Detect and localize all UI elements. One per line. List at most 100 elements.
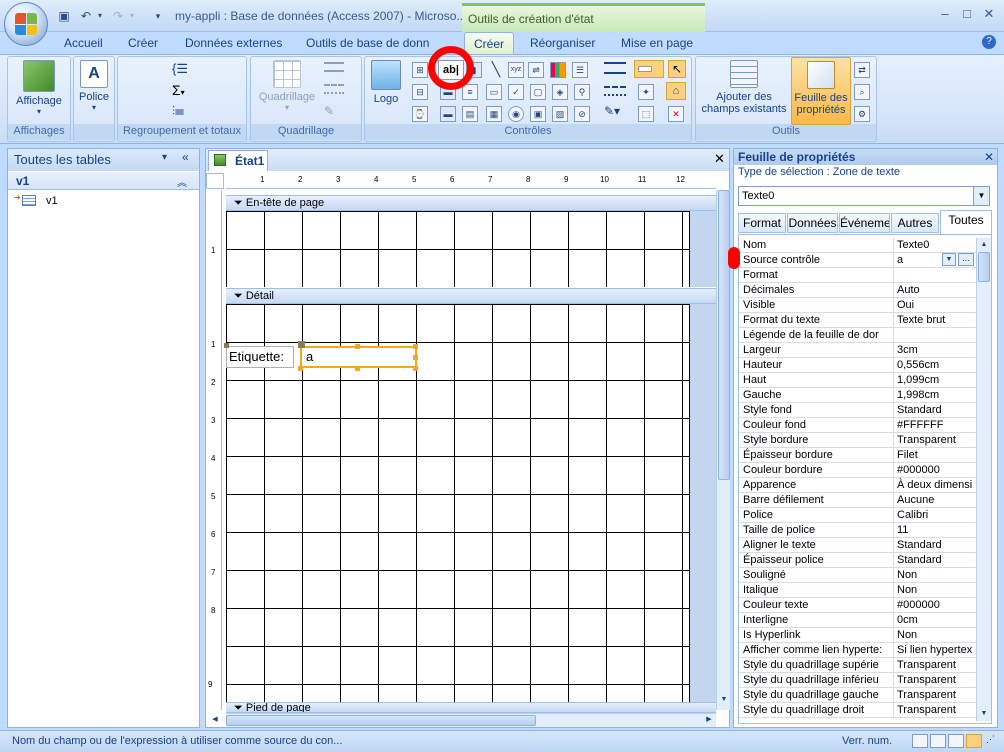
nav-item-v1[interactable]: ➔ v1	[14, 193, 184, 209]
property-row[interactable]: Format	[739, 268, 976, 283]
property-value[interactable]: Si lien hypertex	[893, 643, 976, 657]
scroll-down-icon[interactable]: ▼	[977, 707, 991, 721]
property-row[interactable]: Style du quadrillage supérie Transparent	[739, 658, 976, 673]
property-value[interactable]: 0,556cm	[893, 358, 976, 372]
customize-quick-access-icon[interactable]: ▾	[150, 8, 166, 24]
button-control-icon[interactable]: ▬	[440, 106, 456, 122]
property-row[interactable]: Couleur fond #FFFFFF	[739, 418, 976, 433]
property-value[interactable]: Aucune	[893, 493, 976, 507]
property-row[interactable]: Police Calibri	[739, 508, 976, 523]
report-view-icon[interactable]	[912, 734, 928, 748]
control-line-style-icon[interactable]	[604, 86, 626, 96]
convert-macros-icon[interactable]: ⚙	[854, 106, 870, 122]
horizontal-scroll-thumb[interactable]	[226, 715, 536, 726]
property-row[interactable]: Légende de la feuille de dor	[739, 328, 976, 343]
property-row[interactable]: Hauteur 0,556cm	[739, 358, 976, 373]
property-value[interactable]: Standard	[893, 538, 976, 552]
rectangle-control-icon[interactable]: ▭	[486, 84, 502, 100]
ruler-corner[interactable]	[206, 173, 224, 189]
frame-control-icon[interactable]: ▢	[530, 84, 546, 100]
selection-dropdown[interactable]: Texte0 ▼	[738, 186, 990, 206]
tab-order-icon[interactable]: ⇄	[854, 62, 870, 78]
close-property-sheet-icon[interactable]: ✕	[984, 150, 994, 164]
affichage-button[interactable]: Affichage ▾	[9, 60, 69, 116]
control-line-width-icon[interactable]	[604, 62, 626, 74]
property-row[interactable]: Style du quadrillage inférieu Transparent	[739, 673, 976, 688]
attachment-control-icon[interactable]: ⊘	[574, 106, 590, 122]
group-sort-icon[interactable]: {☰	[172, 61, 188, 77]
hide-details-icon[interactable]: ⫶☰	[172, 104, 184, 119]
tab-outils-base-de-donnees[interactable]: Outils de base de donn	[306, 36, 429, 50]
help-icon[interactable]: ?	[982, 35, 996, 49]
property-row[interactable]: Afficher comme lien hyperte: Si lien hype…	[739, 643, 976, 658]
bound-object-icon[interactable]: ◈	[552, 84, 568, 100]
resize-handle[interactable]	[413, 355, 418, 360]
property-row[interactable]: Style fond Standard	[739, 403, 976, 418]
property-value[interactable]: Standard	[893, 403, 976, 417]
layout-view-icon[interactable]	[948, 734, 964, 748]
property-value[interactable]: Texte0	[893, 238, 976, 252]
special-effect-button[interactable]	[634, 60, 664, 78]
property-row[interactable]: Couleur texte #000000	[739, 598, 976, 613]
tab-format[interactable]: Format	[738, 213, 786, 233]
property-row[interactable]: Style du quadrillage droit Transparent	[739, 703, 976, 718]
wizard-icon[interactable]: ✦	[638, 84, 654, 100]
property-row[interactable]: Barre défilement Aucune	[739, 493, 976, 508]
combo-control-icon[interactable]: ≡	[462, 84, 478, 100]
property-row[interactable]: Format du texte Texte brut	[739, 313, 976, 328]
property-value[interactable]: Texte brut	[893, 313, 976, 327]
tab-mise-en-page[interactable]: Mise en page	[621, 36, 693, 50]
office-button[interactable]	[4, 2, 48, 46]
scroll-down-icon[interactable]: ▼	[718, 696, 730, 708]
property-value[interactable]: Standard	[893, 553, 976, 567]
select-all-icon[interactable]: ⬚	[638, 106, 654, 122]
scroll-up-icon[interactable]: ▲	[977, 238, 991, 252]
totals-sigma-icon[interactable]: Σ▾	[172, 82, 185, 98]
property-value[interactable]: Non	[893, 583, 976, 597]
property-value[interactable]: Transparent	[893, 673, 976, 687]
quadrillage-button[interactable]: Quadrillage ▾	[254, 60, 320, 112]
tab-autres[interactable]: Autres	[891, 213, 939, 233]
property-value[interactable]: #FFFFFF	[893, 418, 976, 432]
property-row[interactable]: Couleur bordure #000000	[739, 463, 976, 478]
print-preview-icon[interactable]	[930, 734, 946, 748]
property-value[interactable]	[893, 268, 976, 282]
chart-control-icon[interactable]	[550, 62, 566, 78]
property-value[interactable]: Transparent	[893, 703, 976, 717]
document-tab[interactable]: État1	[208, 150, 268, 171]
page-break-icon[interactable]: ⊟	[412, 84, 428, 100]
maximize-button[interactable]: □	[956, 6, 978, 24]
date-time-icon[interactable]: ⌚	[412, 106, 428, 122]
resize-handle[interactable]	[355, 366, 360, 371]
code-icon[interactable]: ⌕	[854, 84, 870, 100]
save-icon[interactable]: ▣	[56, 8, 72, 24]
property-row[interactable]: Épaisseur police Standard	[739, 553, 976, 568]
textbox-texte0[interactable]: a	[300, 346, 417, 368]
hyperlink-control-icon[interactable]: ⚲	[574, 84, 590, 100]
property-value[interactable]: 1,998cm	[893, 388, 976, 402]
tab-toutes[interactable]: Toutes	[940, 210, 992, 234]
tab-evenements[interactable]: Événeme	[839, 213, 890, 233]
property-row[interactable]: Visible Oui	[739, 298, 976, 313]
tab-creer-contextual-active[interactable]: Créer	[464, 32, 514, 55]
page-header-grid[interactable]	[226, 211, 690, 287]
property-row[interactable]: Interligne 0cm	[739, 613, 976, 628]
nav-group-collapse-icon[interactable]: ︽	[177, 174, 187, 189]
chevron-down-icon[interactable]: ▼	[973, 187, 989, 205]
property-value[interactable]: Transparent	[893, 688, 976, 702]
scroll-right-icon[interactable]: ▶	[702, 714, 716, 726]
tab-control-icon[interactable]: ▦	[486, 106, 502, 122]
property-value[interactable]: Non	[893, 568, 976, 582]
property-value[interactable]: Filet	[893, 448, 976, 462]
property-value[interactable]: 3cm	[893, 343, 976, 357]
line-control-icon[interactable]: ╲	[488, 62, 504, 78]
property-row[interactable]: Source contrôle a	[739, 253, 976, 268]
tab-donnees-externes[interactable]: Données externes	[185, 36, 282, 50]
property-row[interactable]: Is Hyperlink Non	[739, 628, 976, 643]
property-value[interactable]: 11	[893, 523, 976, 537]
detail-grid[interactable]	[226, 304, 690, 702]
property-row[interactable]: Souligné Non	[739, 568, 976, 583]
logo-button[interactable]: Logo	[368, 60, 404, 105]
police-button[interactable]: A Police ▾	[75, 60, 113, 112]
property-row[interactable]: Largeur 3cm	[739, 343, 976, 358]
